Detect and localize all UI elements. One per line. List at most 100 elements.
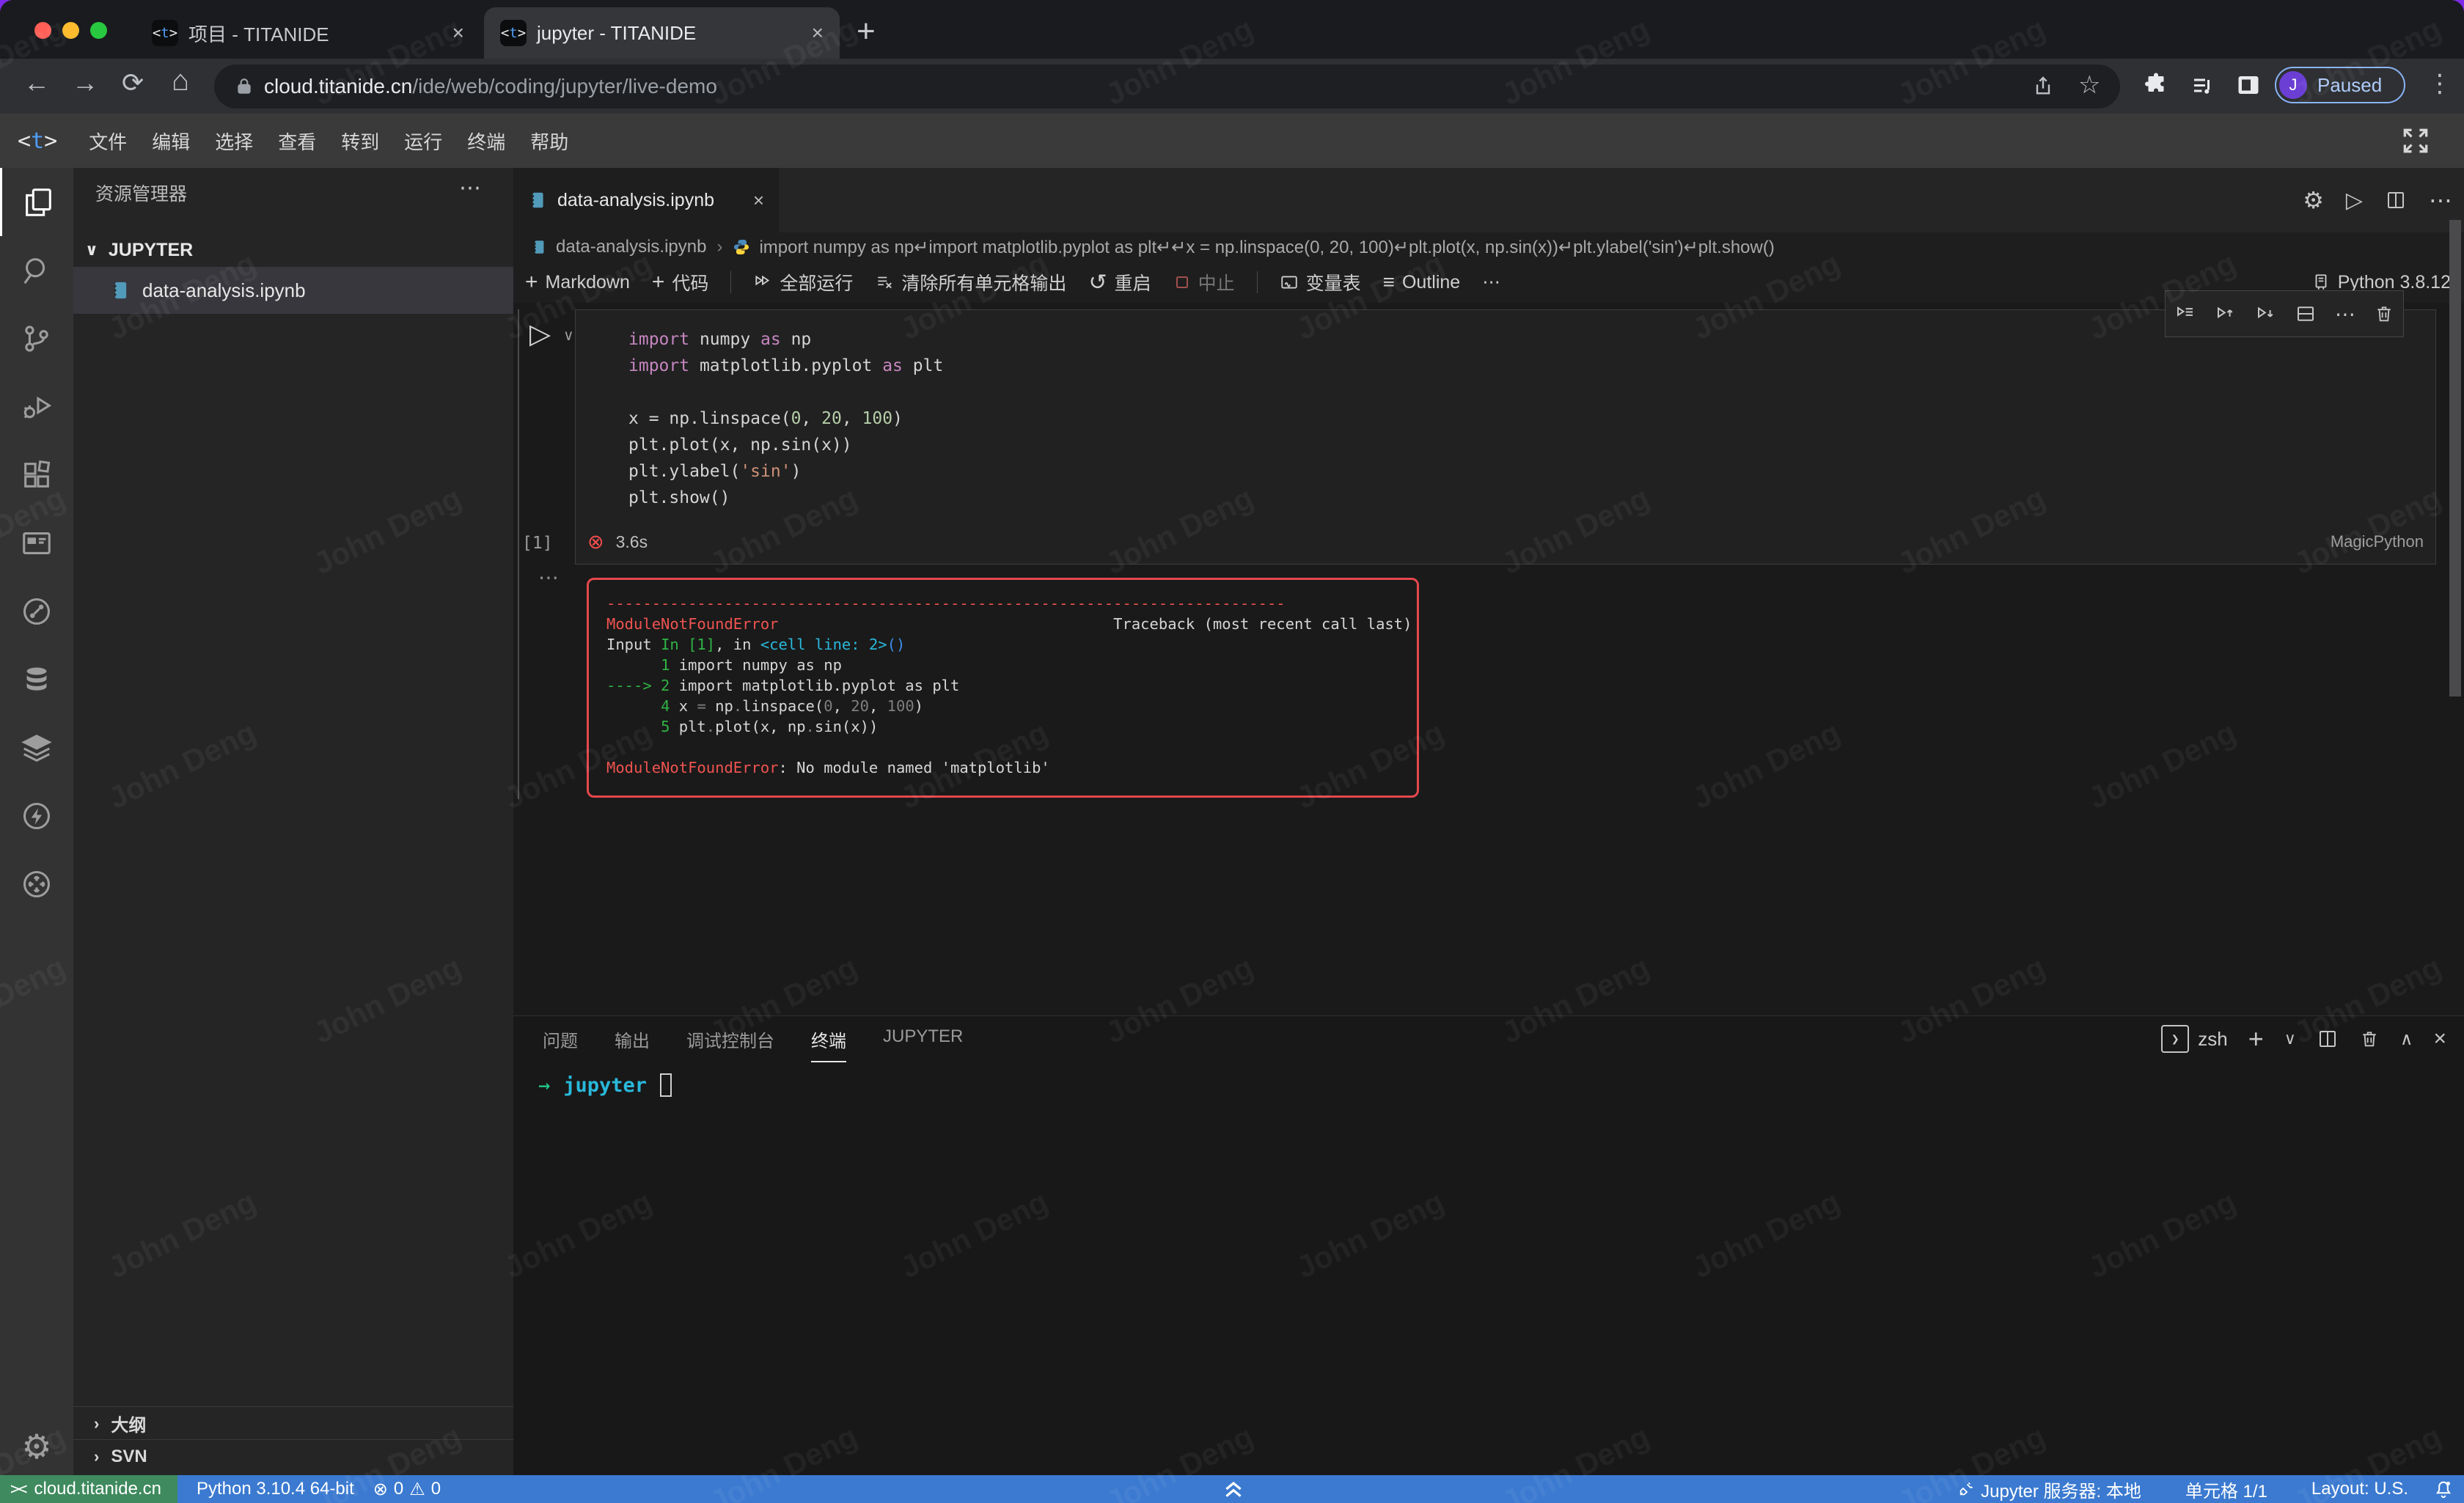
browser-tab-project[interactable]: <t> 项目 - TITANIDE × (136, 7, 480, 59)
run-all-button[interactable]: 全部运行 (753, 269, 853, 295)
expand-panel-chevrons-icon[interactable] (1219, 1477, 1248, 1501)
cell-more-icon[interactable]: ⋯ (2335, 302, 2355, 326)
settings-gear-icon[interactable]: ⚙ (0, 1412, 73, 1480)
traffic-light-close[interactable] (34, 22, 51, 39)
clear-outputs-button[interactable]: 清除所有单元格输出 (875, 269, 1066, 295)
cell-language[interactable]: MagicPython (2331, 532, 2424, 551)
editor-tab-notebook[interactable]: data-analysis.ipynb × (513, 168, 779, 232)
remote-window-icon[interactable] (0, 509, 73, 577)
kebab-menu-icon[interactable]: ⋮ (2427, 69, 2452, 98)
remote-indicator[interactable]: >< cloud.titanide.cn (0, 1475, 177, 1503)
menu-item[interactable]: 查看 (265, 120, 329, 162)
run-below-icon[interactable] (2255, 303, 2277, 325)
reload-icon[interactable]: ⟳ (122, 67, 144, 98)
chevron-right-icon: › (94, 1414, 99, 1433)
code-cell[interactable]: import numpy as npimport matplotlib.pypl… (575, 309, 2436, 565)
url-bar[interactable]: cloud.titanide.cn/ide/web/coding/jupyter… (214, 65, 2120, 109)
run-debug-icon[interactable] (0, 372, 73, 441)
home-icon[interactable]: ⌂ (172, 65, 189, 98)
add-markdown-button[interactable]: +Markdown (525, 270, 630, 295)
panel-tab-problems[interactable]: 问题 (543, 1026, 578, 1062)
tab-close-icon[interactable]: × (452, 21, 464, 45)
shell-name: zsh (2198, 1028, 2227, 1051)
shell-selector[interactable]: ❯ zsh (2161, 1025, 2227, 1053)
sidebar-section-outline[interactable]: › 大纲 (73, 1406, 513, 1440)
more-actions-icon[interactable]: ⋯ (2429, 186, 2452, 214)
menu-item[interactable]: 帮助 (518, 120, 581, 162)
outline-button[interactable]: ≡Outline (1383, 271, 1461, 294)
split-cell-icon[interactable] (2295, 303, 2317, 325)
python-interpreter[interactable]: Python 3.10.4 64-bit (197, 1479, 354, 1499)
fullscreen-icon[interactable] (2399, 125, 2432, 157)
variables-button[interactable]: 变量表 (1280, 269, 1361, 295)
panel-tab-terminal[interactable]: 终端 (811, 1026, 846, 1062)
output-more-icon[interactable]: ⋯ (538, 565, 559, 589)
explorer-files-icon[interactable] (0, 168, 73, 236)
layout-indicator[interactable]: Layout: U.S. (2311, 1479, 2408, 1499)
tab-close-icon[interactable]: × (753, 189, 764, 212)
file-item-notebook[interactable]: data-analysis.ipynb (73, 267, 513, 314)
execute-cells-icon[interactable] (2174, 303, 2196, 325)
menu-item[interactable]: 编辑 (139, 120, 202, 162)
search-icon[interactable] (0, 236, 73, 304)
menu-item[interactable]: 选择 (202, 120, 265, 162)
close-panel-icon[interactable]: × (2433, 1026, 2446, 1051)
run-cell-chevron-icon[interactable]: ∨ (563, 326, 574, 345)
tab-close-icon[interactable]: × (812, 21, 824, 45)
power-icon[interactable] (0, 782, 73, 850)
breadcrumb[interactable]: data-analysis.ipynb › import numpy as np… (513, 232, 2464, 262)
problems-indicator[interactable]: ⊗0 ⚠0 (373, 1479, 441, 1500)
new-tab-button[interactable]: + (857, 13, 876, 50)
add-code-button[interactable]: +代码 (652, 269, 709, 295)
traffic-light-zoom[interactable] (90, 22, 107, 39)
panel-tab-jupyter[interactable]: JUPYTER (883, 1026, 963, 1062)
kill-terminal-icon[interactable] (2359, 1029, 2380, 1049)
traffic-light-minimize[interactable] (62, 22, 79, 39)
cell-indicator[interactable]: 单元格 1/1 (2185, 1477, 2267, 1502)
sidebar-section-jupyter[interactable]: ∨ JUPYTER (73, 233, 513, 267)
forward-arrow-icon[interactable]: → (72, 67, 98, 98)
terminal[interactable]: → jupyter (538, 1073, 672, 1097)
back-arrow-icon[interactable]: ← (23, 67, 50, 98)
remote-explorer-icon[interactable] (0, 850, 73, 918)
split-editor-icon[interactable] (2385, 189, 2407, 211)
menu-item[interactable]: 终端 (455, 120, 518, 162)
profile-badge[interactable]: J Paused (2275, 67, 2405, 103)
bookmark-star-icon[interactable]: ☆ (2078, 70, 2100, 100)
panel-tab-output[interactable]: 输出 (615, 1026, 650, 1062)
breadcrumb-code[interactable]: import numpy as np↵import matplotlib.pyp… (759, 237, 1774, 258)
extensions-icon[interactable] (0, 441, 73, 509)
sidebar-section-svn[interactable]: › SVN (73, 1439, 513, 1473)
sidebar-more-icon[interactable]: ⋯ (459, 175, 481, 201)
layers-icon[interactable] (0, 713, 73, 782)
interrupt-button[interactable]: 中止 (1173, 269, 1235, 295)
menu-item[interactable]: 转到 (329, 120, 392, 162)
terminal-dropdown-icon[interactable]: ∨ (2284, 1029, 2296, 1048)
menu-item[interactable]: 运行 (392, 120, 455, 162)
toolbar-more-icon[interactable]: ⋯ (1482, 271, 1500, 293)
panel-tab-debug-console[interactable]: 调试控制台 (686, 1026, 774, 1062)
source-control-icon[interactable] (0, 304, 73, 372)
extensions-puzzle-icon[interactable] (2143, 72, 2169, 98)
jupyter-server-indicator[interactable]: Jupyter 服务器: 本地 (1957, 1477, 2141, 1502)
live-share-icon[interactable] (0, 577, 73, 645)
browser-tab-jupyter[interactable]: <t> jupyter - TITANIDE × (484, 7, 840, 59)
side-panel-icon[interactable] (2235, 72, 2262, 98)
reading-list-icon[interactable] (2190, 73, 2216, 100)
cell-code-editor[interactable]: import numpy as npimport matplotlib.pypl… (628, 326, 943, 511)
delete-cell-icon[interactable] (2374, 304, 2394, 324)
run-above-icon[interactable] (2215, 303, 2237, 325)
new-terminal-icon[interactable]: + (2248, 1024, 2264, 1054)
restart-button[interactable]: ↺重启 (1088, 269, 1151, 295)
notebook-settings-gear-icon[interactable]: ⚙ (2303, 186, 2324, 214)
share-icon[interactable] (2031, 75, 2055, 98)
maximize-panel-icon[interactable]: ∧ (2400, 1029, 2413, 1050)
menu-item[interactable]: 文件 (76, 120, 139, 162)
database-icon[interactable] (0, 645, 73, 713)
breadcrumb-file[interactable]: data-analysis.ipynb (556, 237, 706, 257)
run-cell-button[interactable]: ▷ (529, 317, 551, 350)
run-all-play-icon[interactable]: ▷ (2346, 188, 2363, 213)
split-terminal-icon[interactable] (2317, 1028, 2339, 1050)
notifications-bell-icon[interactable] (2433, 1479, 2454, 1499)
editor-scrollbar[interactable] (2449, 220, 2461, 697)
